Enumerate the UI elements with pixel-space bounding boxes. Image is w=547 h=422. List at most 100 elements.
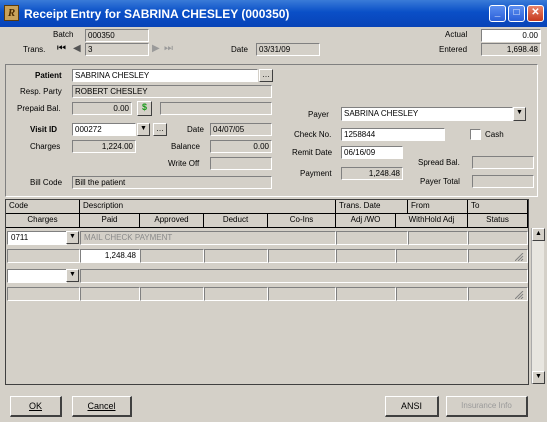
resize-grip-icon <box>515 253 524 261</box>
payer-total-label: Payer Total <box>420 177 460 186</box>
row2-status-cell[interactable] <box>468 287 528 301</box>
app-icon: R <box>4 5 19 21</box>
payment-label: Payment <box>300 169 332 178</box>
trans-label: Trans. <box>23 45 46 54</box>
grid-scrollbar[interactable]: ▲ ▼ <box>531 228 545 384</box>
batch-label: Batch <box>53 30 74 39</box>
check-no-label: Check No. <box>294 130 332 139</box>
spread-bal-label: Spread Bal. <box>418 158 460 167</box>
ansi-button-label: ANSI <box>400 401 422 411</box>
cash-label: Cash <box>485 130 504 139</box>
col-charges-header[interactable]: Charges <box>6 214 80 228</box>
remit-date-label: Remit Date <box>292 148 333 157</box>
row2-code-dropdown-icon[interactable]: ▼ <box>66 269 79 282</box>
visit-id-label: Visit ID <box>30 125 57 134</box>
trans-field: 3 <box>85 43 149 56</box>
billcode-label: Bill Code <box>30 178 63 187</box>
row1-adjwo-cell[interactable] <box>336 249 396 263</box>
col-coins-header[interactable]: Co-Ins <box>268 214 336 228</box>
maximize-button[interactable]: □ <box>508 5 525 22</box>
row2-adjwo-cell[interactable] <box>336 287 396 301</box>
scroll-down-icon[interactable]: ▼ <box>532 371 545 384</box>
col-trans-date-header[interactable]: Trans. Date <box>336 200 408 214</box>
row1-to-cell[interactable] <box>468 231 528 245</box>
charges-label: Charges <box>30 142 61 151</box>
charges-field: 1,224.00 <box>72 140 136 153</box>
col-deduct-header[interactable]: Deduct <box>204 214 268 228</box>
transaction-grid: Code Description Trans. Date From To Cha… <box>5 199 529 385</box>
patient-lookup-button[interactable]: … <box>259 69 273 82</box>
payer-field[interactable]: SABRINA CHESLEY <box>341 107 513 121</box>
col-adjwo-header[interactable]: Adj /WO <box>336 214 396 228</box>
row2-description-cell[interactable] <box>80 269 528 283</box>
check-no-field[interactable]: 1258844 <box>341 128 445 141</box>
row1-withhold-cell[interactable] <box>396 249 468 263</box>
payment-field: 1,248.48 <box>341 167 403 180</box>
apply-prepaid-icon[interactable]: $ <box>137 101 152 116</box>
cancel-button-label: Cancel <box>87 401 116 411</box>
resize-grip-icon <box>515 291 524 299</box>
last-record-icon[interactable]: ⏭ <box>164 43 173 54</box>
cancel-button[interactable]: Cancel <box>72 396 132 417</box>
visit-lookup-button[interactable]: … <box>153 123 167 136</box>
col-withhold-header[interactable]: WithHold Adj <box>396 214 468 228</box>
writeoff-field <box>210 157 272 170</box>
next-record-icon[interactable]: ▶ <box>152 43 160 54</box>
close-button[interactable]: ✕ <box>527 5 544 22</box>
visit-dropdown-icon[interactable]: ▼ <box>137 123 150 136</box>
row1-description-cell[interactable]: MAIL CHECK PAYMENT <box>80 231 336 245</box>
scroll-up-icon[interactable]: ▲ <box>532 228 545 241</box>
row1-charges-cell[interactable] <box>7 249 80 263</box>
visit-id-field[interactable]: 000272 <box>72 123 136 136</box>
cash-checkbox[interactable] <box>470 129 481 140</box>
patient-label: Patient <box>35 71 62 80</box>
row2-code-cell[interactable] <box>7 269 67 283</box>
title-bar: R Receipt Entry for SABRINA CHESLEY (000… <box>0 0 547 27</box>
row2-paid-cell[interactable] <box>80 287 140 301</box>
ok-button-label: OK <box>28 401 42 411</box>
row1-coins-cell[interactable] <box>268 249 336 263</box>
insurance-info-button[interactable]: Insurance Info <box>446 396 528 417</box>
row1-from-cell[interactable] <box>408 231 468 245</box>
col-approved-header[interactable]: Approved <box>140 214 204 228</box>
col-from-header[interactable]: From <box>408 200 468 214</box>
resp-party-label: Resp. Party <box>20 87 62 96</box>
col-code-header[interactable]: Code <box>6 200 80 214</box>
ansi-button[interactable]: ANSI <box>385 396 439 417</box>
col-to-header[interactable]: To <box>468 200 528 214</box>
row2-coins-cell[interactable] <box>268 287 336 301</box>
first-record-icon[interactable]: ⏮ <box>57 43 66 54</box>
patient-field[interactable]: SABRINA CHESLEY <box>72 69 258 82</box>
row2-deduct-cell[interactable] <box>204 287 268 301</box>
payer-dropdown-icon[interactable]: ▼ <box>513 107 526 121</box>
row2-withhold-cell[interactable] <box>396 287 468 301</box>
code-dropdown-icon[interactable]: ▼ <box>66 231 79 244</box>
row2-approved-cell[interactable] <box>140 287 204 301</box>
window-title: Receipt Entry for SABRINA CHESLEY (00035… <box>24 7 290 21</box>
prev-record-icon[interactable]: ◀ <box>73 43 81 54</box>
spread-bal-field <box>472 156 534 169</box>
col-paid-header[interactable]: Paid <box>80 214 140 228</box>
insurance-info-label: Insurance Info <box>461 401 512 410</box>
row1-paid-cell[interactable]: 1,248.48 <box>80 249 140 263</box>
col-status-header[interactable]: Status <box>468 214 528 228</box>
ok-button[interactable]: OK <box>10 396 62 417</box>
prepaid-note-field <box>160 102 272 115</box>
minimize-button[interactable]: _ <box>489 5 506 22</box>
billcode-field: Bill the patient <box>72 176 272 189</box>
row1-trans-date-cell[interactable] <box>336 231 408 245</box>
row1-code-cell[interactable]: 0711 <box>7 231 67 245</box>
row2-charges-cell[interactable] <box>7 287 80 301</box>
resp-party-field: ROBERT CHESLEY <box>72 85 272 98</box>
remit-date-field[interactable]: 06/16/09 <box>341 146 403 159</box>
col-description-header[interactable]: Description <box>80 200 336 214</box>
balance-field: 0.00 <box>210 140 272 153</box>
date-label: Date <box>231 45 248 54</box>
actual-field[interactable]: 0.00 <box>481 29 541 42</box>
row1-approved-cell[interactable] <box>140 249 204 263</box>
row1-status-cell[interactable] <box>468 249 528 263</box>
row1-deduct-cell[interactable] <box>204 249 268 263</box>
actual-label: Actual <box>445 30 468 39</box>
batch-field: 000350 <box>85 29 149 42</box>
prepaid-field: 0.00 <box>72 102 132 115</box>
